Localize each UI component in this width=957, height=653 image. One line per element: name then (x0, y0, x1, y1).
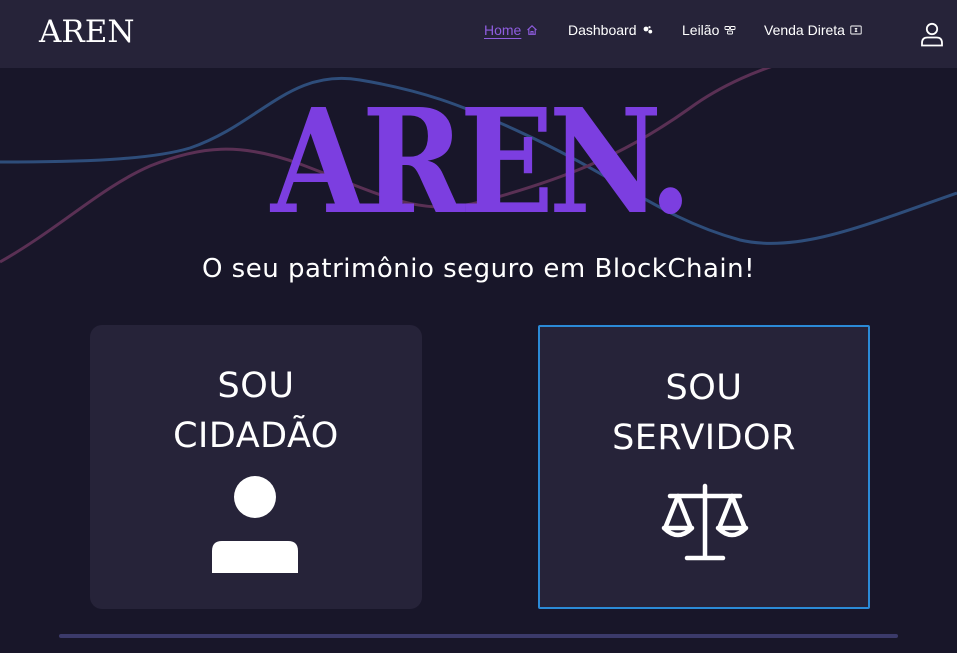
nav-dashboard-label: Dashboard (568, 22, 637, 38)
citizen-card-title-line2: CIDADÃO (173, 416, 339, 456)
scales-icon (661, 483, 749, 561)
nav-leilao-label: Leilão (682, 22, 720, 38)
user-icon[interactable] (919, 21, 945, 47)
main-nav: Home Dashboard Leilão Venda Direta (0, 22, 957, 42)
nav-venda-direta[interactable]: Venda Direta (764, 22, 862, 38)
top-navbar: AREN Home Dashboard Leilão Venda Direta (0, 0, 957, 68)
server-card-title: SOU SERVIDOR (540, 363, 868, 463)
hero-title: AREN. (270, 77, 691, 246)
hero-subtitle: O seu patrimônio seguro em BlockChain! (201, 254, 756, 284)
server-card-title-line1: SOU (665, 368, 743, 408)
nav-venda-direta-label: Venda Direta (764, 22, 845, 38)
nav-home[interactable]: Home (484, 22, 538, 38)
nav-dashboard[interactable]: Dashboard (568, 22, 654, 38)
auction-icon (724, 24, 736, 36)
bottom-divider (59, 634, 898, 638)
direct-sale-icon (850, 24, 862, 36)
person-icon (212, 476, 298, 573)
dashboard-icon (642, 24, 654, 36)
citizen-card-title-line1: SOU (217, 366, 295, 406)
server-card-title-line2: SERVIDOR (612, 418, 796, 458)
citizen-card[interactable]: SOU CIDADÃO (90, 325, 422, 609)
citizen-card-title: SOU CIDADÃO (90, 361, 422, 461)
hero: AREN. (0, 77, 957, 246)
server-card[interactable]: SOU SERVIDOR (538, 325, 870, 609)
nav-home-label: Home (484, 22, 522, 38)
home-icon (526, 24, 538, 36)
nav-leilao[interactable]: Leilão (682, 22, 736, 38)
